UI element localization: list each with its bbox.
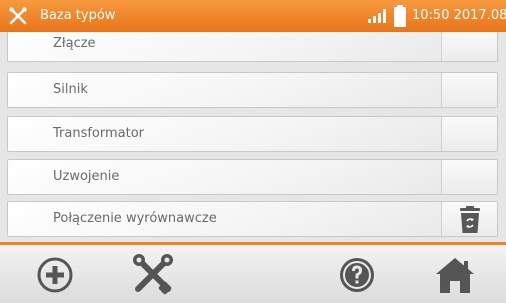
- list-item[interactable]: Transformator: [7, 116, 498, 152]
- list-item-action-cell[interactable]: [441, 202, 497, 236]
- list-item-action-cell[interactable]: [441, 73, 497, 107]
- recycle-bin-icon[interactable]: [458, 206, 482, 234]
- list-item-label: Silnik: [53, 82, 88, 97]
- list-item-action-cell[interactable]: [441, 32, 497, 61]
- page-title: Baza typów: [40, 8, 116, 23]
- list-item[interactable]: Połączenie wyrównawcze: [7, 201, 498, 237]
- list-item-label: Transformator: [53, 126, 145, 141]
- list-item-label: Połączenie wyrównawcze: [53, 211, 217, 226]
- list-item[interactable]: Silnik: [7, 72, 498, 108]
- list-item-action-cell[interactable]: [441, 117, 497, 151]
- battery-icon: [394, 5, 406, 27]
- tools-icon[interactable]: [8, 6, 28, 26]
- bottom-toolbar: [0, 245, 506, 303]
- list-item-action-cell[interactable]: [441, 160, 497, 194]
- clock-date: 10:50 2017.08.09: [412, 8, 506, 23]
- add-icon[interactable]: [35, 255, 75, 295]
- list-item[interactable]: Uzwojenie: [7, 159, 498, 195]
- home-icon[interactable]: [433, 255, 477, 295]
- type-list[interactable]: Złącze Silnik Transformator Uzwojenie Po…: [0, 32, 506, 242]
- help-icon[interactable]: [337, 255, 377, 295]
- tools-icon[interactable]: [130, 251, 176, 297]
- list-item[interactable]: Złącze: [7, 32, 498, 62]
- list-item-label: Uzwojenie: [53, 169, 120, 184]
- title-bar: Baza typów 10:50 2017.08.09: [0, 0, 506, 32]
- signal-icon: [368, 9, 386, 23]
- list-item-label: Złącze: [53, 36, 96, 51]
